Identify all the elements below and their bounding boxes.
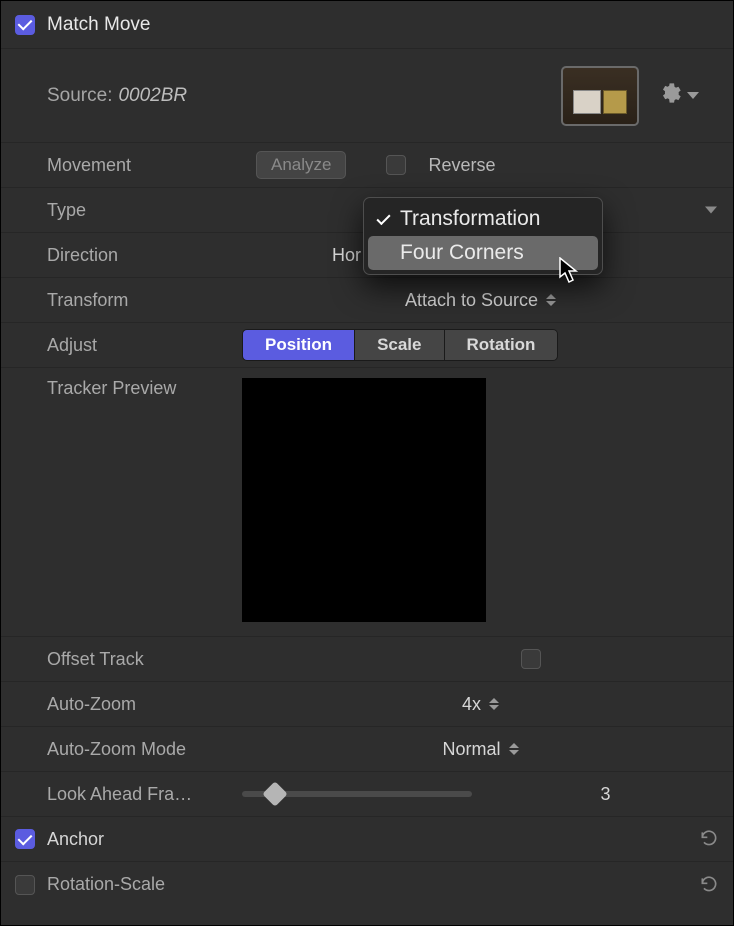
gear-icon	[659, 82, 681, 109]
type-dropdown-menu[interactable]: Transformation Four Corners	[363, 197, 603, 275]
auto-zoom-mode-stepper-icon[interactable]	[509, 743, 519, 755]
look-ahead-label: Look Ahead Fra…	[47, 784, 242, 805]
source-row: Source: 0002BR	[1, 49, 733, 143]
transform-label: Transform	[47, 290, 242, 311]
transform-value: Attach to Source	[405, 290, 538, 311]
type-dropdown-chevron-icon[interactable]	[705, 207, 717, 214]
source-label: Source:	[47, 85, 112, 107]
auto-zoom-label: Auto-Zoom	[47, 694, 242, 715]
adjust-rotation-segment[interactable]: Rotation	[445, 330, 558, 360]
auto-zoom-stepper-icon[interactable]	[489, 698, 499, 710]
tracker-preview-label: Tracker Preview	[47, 378, 242, 399]
type-option-label: Four Corners	[400, 241, 524, 265]
reverse-checkbox-wrap[interactable]: Reverse	[386, 155, 495, 176]
adjust-label: Adjust	[47, 335, 242, 356]
offset-track-label: Offset Track	[47, 649, 242, 670]
auto-zoom-mode-value: Normal	[442, 739, 500, 760]
anchor-label: Anchor	[47, 829, 104, 850]
auto-zoom-mode-label: Auto-Zoom Mode	[47, 739, 242, 760]
movement-label: Movement	[47, 155, 242, 176]
auto-zoom-value: 4x	[462, 694, 481, 715]
adjust-row: Adjust Position Scale Rotation	[1, 323, 733, 368]
rotation-scale-row: Rotation-Scale	[1, 862, 733, 907]
chevron-down-icon	[687, 92, 699, 99]
adjust-segmented: Position Scale Rotation	[242, 329, 558, 361]
anchor-row: Anchor	[1, 817, 733, 862]
reverse-checkbox[interactable]	[386, 155, 406, 175]
analyze-button[interactable]: Analyze	[256, 151, 346, 179]
adjust-position-segment[interactable]: Position	[243, 330, 355, 360]
rotation-scale-label: Rotation-Scale	[47, 874, 165, 895]
look-ahead-value[interactable]: 3	[492, 784, 719, 805]
anchor-checkbox[interactable]	[15, 829, 35, 849]
auto-zoom-mode-row[interactable]: Auto-Zoom Mode Normal	[1, 727, 733, 772]
source-value: 0002BR	[118, 85, 187, 107]
enable-match-move-checkbox[interactable]	[15, 15, 35, 35]
source-thumbnail[interactable]	[561, 66, 639, 126]
direction-label: Direction	[47, 245, 242, 266]
direction-value: Hor	[332, 245, 361, 266]
look-ahead-slider[interactable]	[242, 791, 472, 797]
section-header: Match Move	[1, 1, 733, 49]
offset-track-row: Offset Track	[1, 637, 733, 682]
auto-zoom-row[interactable]: Auto-Zoom 4x	[1, 682, 733, 727]
offset-track-checkbox[interactable]	[521, 649, 541, 669]
rotation-scale-reset-button[interactable]	[699, 875, 719, 895]
type-option-transformation[interactable]: Transformation	[364, 202, 602, 236]
type-label: Type	[47, 200, 242, 221]
reverse-label: Reverse	[428, 155, 495, 176]
transform-stepper-icon[interactable]	[546, 294, 556, 306]
adjust-scale-segment[interactable]: Scale	[355, 330, 444, 360]
transform-row[interactable]: Transform Attach to Source	[1, 278, 733, 323]
type-option-label: Transformation	[400, 207, 540, 231]
rotation-scale-checkbox[interactable]	[15, 875, 35, 895]
section-title: Match Move	[47, 14, 150, 36]
source-settings-button[interactable]	[659, 82, 699, 109]
look-ahead-row: Look Ahead Fra… 3	[1, 772, 733, 817]
tracker-preview-row: Tracker Preview	[1, 368, 733, 637]
slider-handle[interactable]	[262, 781, 287, 806]
anchor-reset-button[interactable]	[699, 829, 719, 849]
check-icon	[380, 213, 387, 226]
type-option-four-corners[interactable]: Four Corners	[368, 236, 598, 270]
movement-row: Movement Analyze Reverse	[1, 143, 733, 188]
tracker-preview-area[interactable]	[242, 378, 486, 622]
